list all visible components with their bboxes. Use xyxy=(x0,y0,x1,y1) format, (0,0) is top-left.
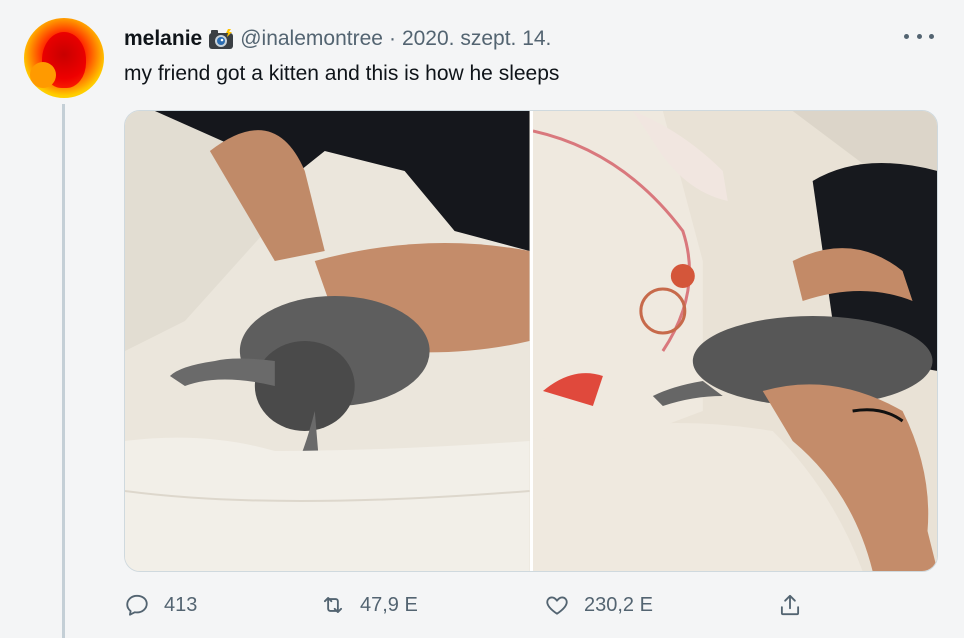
share-button[interactable] xyxy=(777,588,803,622)
like-button[interactable]: 230,2 E xyxy=(544,588,653,622)
tweet-actions: 413 47,9 E 230,2 E xyxy=(124,588,936,622)
thread-line xyxy=(62,104,65,638)
heart-icon xyxy=(546,596,568,615)
tweet-date[interactable]: 2020. szept. 14. xyxy=(402,27,551,51)
avatar[interactable] xyxy=(24,18,104,98)
like-count: 230,2 E xyxy=(584,593,653,616)
meta-separator: · xyxy=(388,27,396,50)
kitten-photo-left[interactable] xyxy=(125,111,530,571)
camera-with-flash-icon xyxy=(208,28,234,50)
tweet-media[interactable] xyxy=(124,110,938,572)
retweet-icon xyxy=(323,597,343,613)
reply-count: 413 xyxy=(164,593,198,616)
user-handle[interactable]: @inalemontree xyxy=(240,27,383,51)
reply-button[interactable]: 413 xyxy=(124,588,197,622)
tweet-header: melanie @inalemontree · 2020. szept. 14. xyxy=(124,24,551,54)
retweet-count: 47,9 E xyxy=(360,593,418,616)
tweet-text: my friend got a kitten and this is how h… xyxy=(124,62,560,85)
kitten-photo-right[interactable] xyxy=(532,111,937,571)
retweet-button[interactable]: 47,9 E xyxy=(320,588,418,622)
display-name[interactable]: melanie xyxy=(124,27,202,51)
avatar-hand xyxy=(30,62,56,88)
reply-icon xyxy=(126,594,148,616)
more-options-icon[interactable] xyxy=(904,26,934,46)
share-icon xyxy=(780,594,800,616)
